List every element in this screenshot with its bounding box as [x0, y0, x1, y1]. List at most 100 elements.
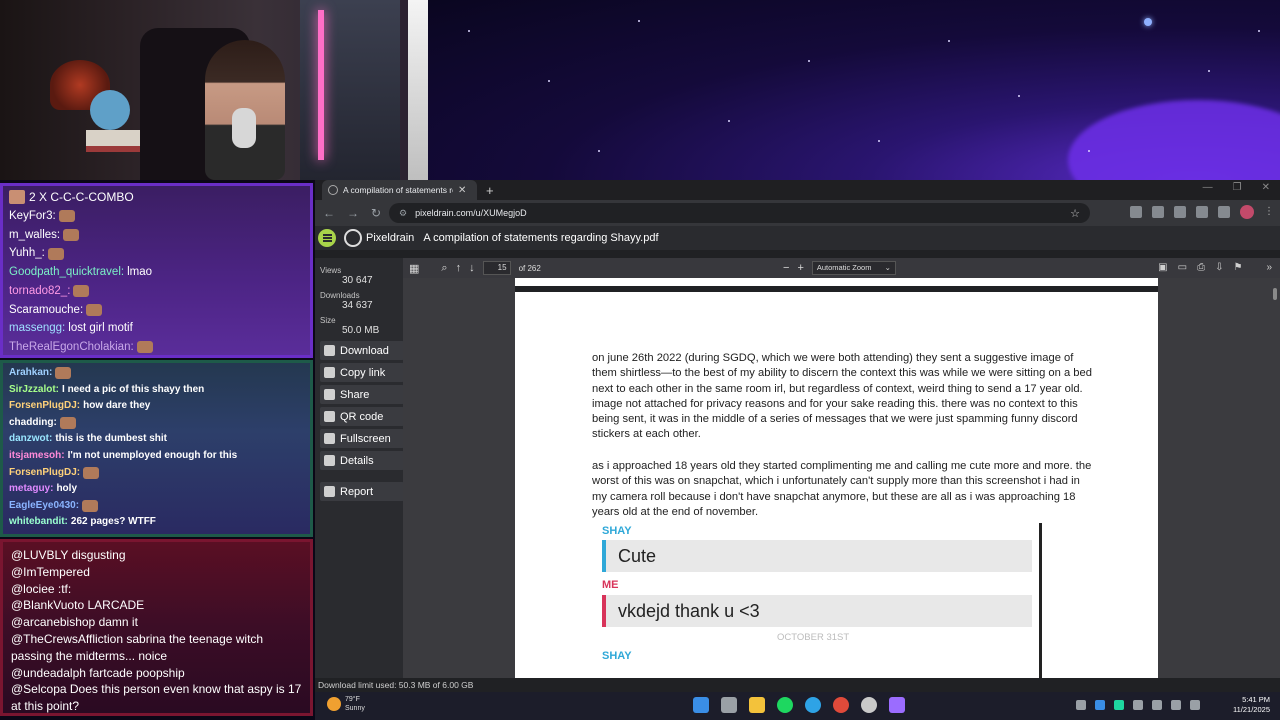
share-button[interactable]: Share [320, 385, 404, 404]
chat-username[interactable]: @BlankVuoto [11, 598, 84, 612]
chat-username[interactable]: metaguy: [9, 481, 53, 498]
zoom-out-icon[interactable]: − [783, 262, 789, 274]
reload-icon[interactable]: ↻ [371, 206, 381, 220]
forward-arrow-icon[interactable]: → [347, 206, 359, 220]
profile-avatar[interactable] [1240, 205, 1254, 219]
start-icon[interactable] [693, 697, 709, 713]
steam-icon[interactable] [1152, 700, 1162, 710]
sender-label: SHAY [602, 650, 632, 662]
chat-text: holy [56, 483, 78, 495]
pixeldrain-favicon-icon [328, 185, 338, 195]
zoom-select[interactable]: Automatic Zoom ⌄ [811, 261, 896, 275]
chat-message: ForsenPlugDJ: [9, 465, 304, 482]
close-window-button[interactable]: ✕ [1262, 182, 1270, 193]
sidebar-icon[interactable] [1218, 206, 1230, 218]
chat-username[interactable]: ForsenPlugDJ: [9, 465, 80, 482]
emote-icon [136, 341, 153, 354]
new-tab-icon[interactable]: + [486, 183, 494, 198]
chat-username[interactable]: TheRealEgonCholakian: [9, 338, 134, 355]
previous-page-icon[interactable]: ↑ [456, 262, 462, 274]
presentation-icon[interactable]: ▣ [1158, 262, 1167, 273]
page-number-input[interactable]: 15 [482, 261, 511, 275]
chat-username[interactable]: @undeadalph [11, 666, 86, 680]
chat-username[interactable]: Goodpath_quicktravel: [9, 263, 124, 282]
zoom-in-icon[interactable]: + [797, 262, 803, 274]
chat-username[interactable]: KeyFor3: [9, 207, 56, 226]
pixeldrain-brand[interactable]: Pixeldrain [366, 232, 414, 244]
close-tab-icon[interactable]: ✕ [458, 185, 466, 196]
open-file-icon[interactable]: ▭ [1178, 262, 1187, 273]
chat-username[interactable]: @Selcopa [11, 682, 67, 696]
chat-username[interactable]: SirJzzalot: [9, 382, 59, 399]
extension-icon[interactable] [1130, 206, 1142, 218]
url-field[interactable]: ⚙ pixeldrain.com/u/XUMegjoD ☆ [389, 203, 1090, 223]
edge-icon[interactable] [805, 697, 821, 713]
site-info-icon[interactable]: ⚙ [399, 208, 407, 219]
emote-icon [82, 500, 99, 513]
menu-icon[interactable] [318, 229, 336, 247]
extension-icon[interactable] [1174, 206, 1186, 218]
chat-username[interactable]: @lociee [11, 582, 55, 596]
scrollbar-thumb[interactable] [1273, 288, 1277, 300]
obs-icon[interactable] [861, 697, 877, 713]
file-explorer-icon[interactable] [749, 697, 765, 713]
chat-username[interactable]: Arahkan: [9, 365, 52, 382]
fullscreen-button[interactable]: Fullscreen [320, 429, 404, 448]
chat-username[interactable]: @ImTempered [11, 565, 90, 579]
chat-username[interactable]: itsjamesoh: [9, 448, 65, 465]
save-icon[interactable]: ⇩ [1215, 262, 1223, 273]
star [728, 120, 730, 122]
tray-app-icon[interactable] [1114, 700, 1124, 710]
download-button[interactable]: Download [320, 341, 404, 360]
emote-icon [86, 303, 103, 316]
chat-username[interactable]: whitebandit: [9, 514, 68, 531]
back-arrow-icon[interactable]: ← [323, 206, 335, 220]
next-page-icon[interactable]: ↓ [469, 262, 475, 274]
bookmark-star-icon[interactable]: ☆ [1070, 207, 1080, 220]
chat-username[interactable]: chadding: [9, 415, 57, 432]
pixeldrain-logo-icon[interactable] [344, 229, 362, 247]
minimize-button[interactable]: — [1203, 182, 1213, 193]
chevron-up-icon[interactable] [1076, 700, 1086, 710]
chat-username[interactable]: @LUVBLY [11, 548, 68, 562]
clock[interactable]: 5:41 PM 11/21/2025 [1233, 695, 1270, 715]
chat-message: itsjamesoh: I'm not unemployed enough for… [9, 448, 304, 465]
sidebar-toggle-icon[interactable]: ▦ [409, 262, 419, 275]
restore-button[interactable]: ❐ [1233, 182, 1242, 193]
chat-username[interactable]: ForsenPlugDJ: [9, 398, 80, 415]
qr-code-button[interactable]: QR code [320, 407, 404, 426]
chat-text: LARCADE [87, 598, 145, 613]
bookmark-icon[interactable]: ⚑ [1233, 262, 1242, 273]
tray-app-icon[interactable] [1095, 700, 1105, 710]
chat-username[interactable]: danzwot: [9, 431, 52, 448]
chat-username[interactable]: Yuhh_: [9, 244, 45, 263]
chat-username[interactable]: tornado82_: [9, 282, 70, 301]
chrome-icon[interactable] [833, 697, 849, 713]
spotify-icon[interactable] [777, 697, 793, 713]
planet-dot [1144, 18, 1152, 26]
network-icon[interactable] [1171, 700, 1181, 710]
chat-username[interactable]: @arcanebishop [11, 615, 95, 629]
task-view-icon[interactable] [721, 697, 737, 713]
chat-username[interactable]: m_walles: [9, 226, 60, 245]
extension-icon[interactable] [1152, 206, 1164, 218]
browser-tab[interactable]: A compilation of statements rega ✕ [322, 180, 477, 200]
chat-username[interactable]: @TheCrewsAffliction [11, 632, 123, 646]
kebab-menu-icon[interactable]: ⋮ [1264, 206, 1274, 218]
chat-username[interactable]: EagleEye0430: [9, 498, 79, 515]
search-icon[interactable]: ⌕ [441, 262, 447, 275]
chat-username[interactable]: massengg: [9, 319, 65, 338]
print-icon[interactable]: ⎙ [1197, 262, 1205, 273]
chat-username[interactable]: Scaramouche: [9, 301, 83, 320]
chat-message: @BlankVuoto LARCADE [11, 597, 302, 614]
emote-icon [47, 247, 64, 260]
report-button[interactable]: Report [320, 482, 404, 501]
puzzle-icon[interactable] [1196, 206, 1208, 218]
details-button[interactable]: Details [320, 451, 404, 470]
weather-widget[interactable]: 79°F Sunny [327, 695, 365, 713]
app-icon[interactable] [889, 697, 905, 713]
copy-link-button[interactable]: Copy link [320, 363, 404, 382]
tools-icon[interactable]: » [1266, 262, 1272, 273]
tray-app-icon[interactable] [1133, 700, 1143, 710]
volume-icon[interactable] [1190, 700, 1200, 710]
